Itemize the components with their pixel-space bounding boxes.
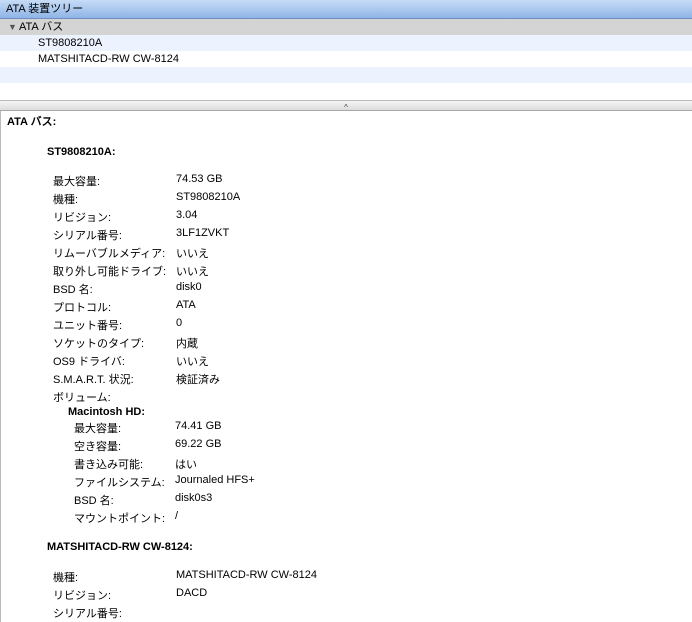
field-label: ユニット番号: xyxy=(53,320,123,332)
field-label: 機種: xyxy=(53,194,79,206)
field-label: 最大容量: xyxy=(74,423,122,435)
field-label: リビジョン: xyxy=(53,212,112,224)
tree-item-device[interactable]: ST9808210A xyxy=(0,35,692,51)
field-value: Journaled HFS+ xyxy=(175,474,255,486)
disclosure-triangle-icon[interactable]: ▼ xyxy=(8,19,19,35)
tree-item-label: MATSHITACD-RW CW-8124 xyxy=(38,53,179,65)
tree-empty-row xyxy=(0,83,692,99)
field-value: いいえ xyxy=(176,248,209,260)
field-value: 3LF1ZVKT xyxy=(176,227,230,239)
tree-empty-row xyxy=(0,67,692,83)
field-value: 69.22 GB xyxy=(175,438,222,450)
tree-item-device[interactable]: MATSHITACD-RW CW-8124 xyxy=(0,51,692,67)
field-label: シリアル番号: xyxy=(53,230,122,242)
field-value: 0 xyxy=(176,317,183,329)
field-label: 取り外し可能ドライブ: xyxy=(53,266,167,278)
field-value: 検証済み xyxy=(176,374,220,386)
volume-title: Macintosh HD: xyxy=(68,406,145,418)
tree-item-ata-bus[interactable]: ▼ ATA バス xyxy=(0,19,692,35)
pane-splitter[interactable]: ^ xyxy=(0,101,692,112)
tree-header-label: ATA 装置ツリー xyxy=(6,3,84,15)
tree-item-label: ST9808210A xyxy=(38,37,103,49)
field-value: disk0s3 xyxy=(175,492,213,504)
field-value: 74.41 GB xyxy=(175,420,222,432)
device-title: MATSHITACD-RW CW-8124: xyxy=(47,541,193,553)
field-label: S.M.A.R.T. 状況: xyxy=(53,374,134,386)
field-label: ファイルシステム: xyxy=(74,477,165,489)
field-label: マウントポイント: xyxy=(74,513,166,525)
field-value: / xyxy=(175,510,179,522)
field-value: 内蔵 xyxy=(176,338,198,350)
device-title: ST9808210A: xyxy=(47,146,116,158)
tree-column-header[interactable]: ATA 装置ツリー xyxy=(0,0,692,19)
field-value: ATA xyxy=(176,299,196,311)
detail-pane: ATA バス: ST9808210A: 最大容量: 74.53 GB 機種: S… xyxy=(0,111,692,622)
bus-title: ATA バス: xyxy=(7,116,57,128)
field-label: 空き容量: xyxy=(74,441,122,453)
field-value: はい xyxy=(175,459,197,471)
field-value: DACD xyxy=(176,587,208,599)
field-label: OS9 ドライバ: xyxy=(53,356,125,368)
field-label: リムーバブルメディア: xyxy=(53,248,166,260)
field-label: 書き込み可能: xyxy=(74,459,144,471)
field-value: disk0 xyxy=(176,281,202,293)
field-label: リビジョン: xyxy=(53,590,112,602)
field-value: 74.53 GB xyxy=(176,173,223,185)
device-tree-pane: ATA 装置ツリー ▼ ATA バス ST9808210A MATSHITACD-… xyxy=(0,0,692,101)
field-label: 機種: xyxy=(53,572,79,584)
tree-item-label: ATA バス xyxy=(19,21,64,33)
field-label: ボリューム: xyxy=(53,392,111,404)
field-value: 3.04 xyxy=(176,209,198,221)
field-value: いいえ xyxy=(176,356,209,368)
field-label: BSD 名: xyxy=(74,495,114,507)
field-label: ソケットのタイプ: xyxy=(53,338,145,350)
field-value: ST9808210A xyxy=(176,191,241,203)
field-value: MATSHITACD-RW CW-8124 xyxy=(176,569,317,581)
field-label: 最大容量: xyxy=(53,176,101,188)
field-label: シリアル番号: xyxy=(53,608,122,620)
field-label: BSD 名: xyxy=(53,284,93,296)
field-label: プロトコル: xyxy=(53,302,112,314)
field-value: いいえ xyxy=(176,266,209,278)
